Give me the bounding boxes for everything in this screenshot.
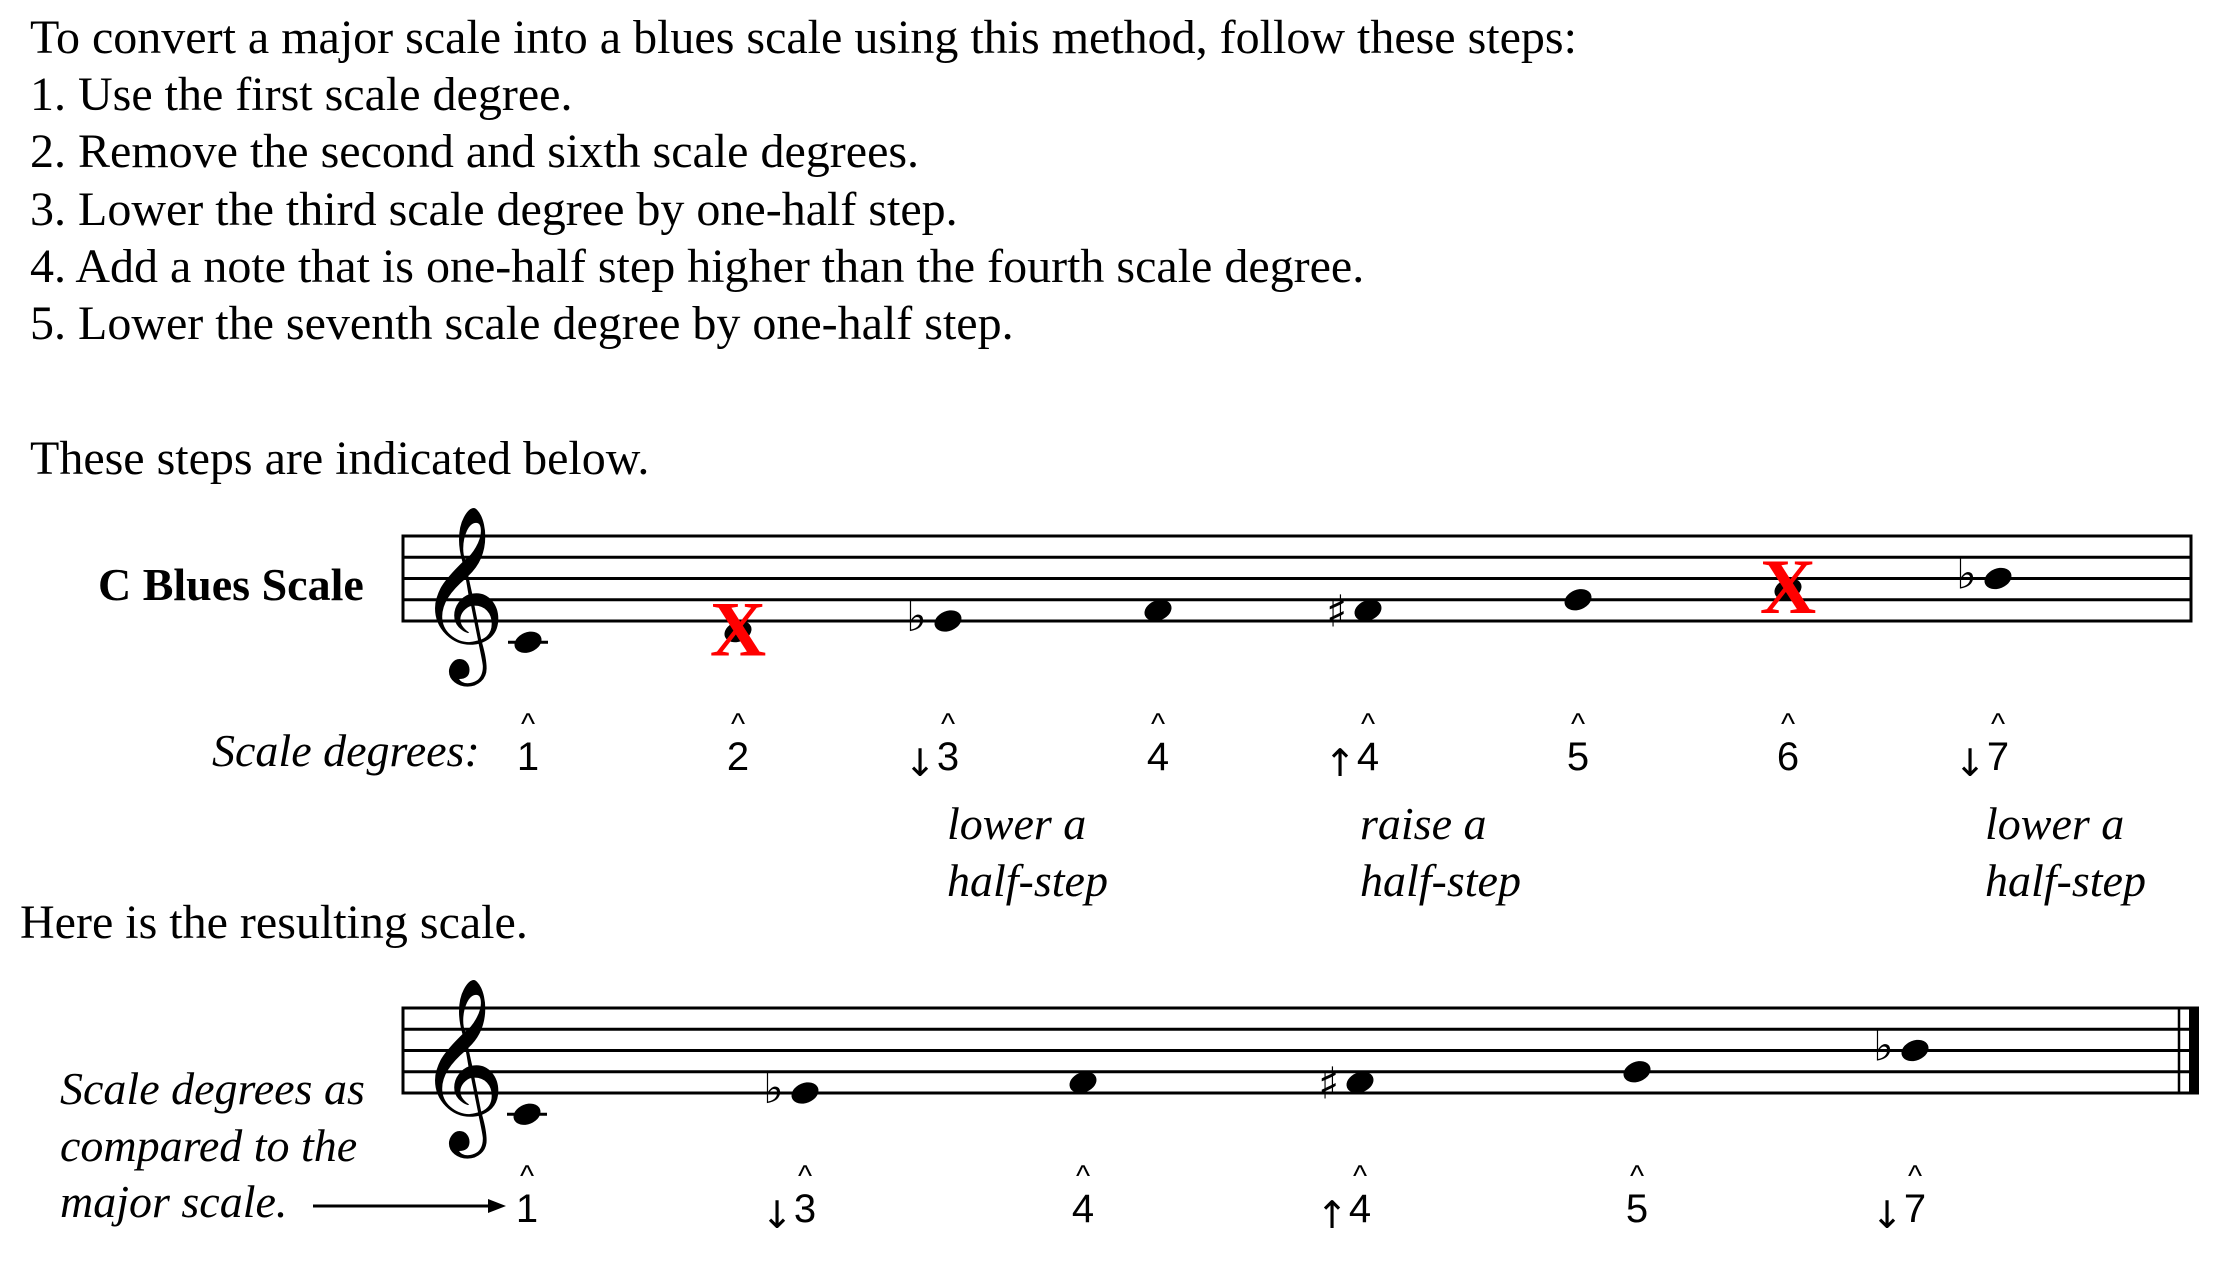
scale-degree-label: ^4 — [1147, 708, 1169, 779]
scale-degree-label: ^3↓ — [904, 708, 959, 785]
staff-c-blues-result: 𝄞^1 ♭ ^3↓ ^4 ♯ ^4↑ ^5 ♭ ^7↓ — [401, 977, 2199, 1237]
note-f4-sharp: ♯ — [1326, 586, 1382, 637]
note-c4 — [507, 1103, 547, 1125]
up-arrow-icon: ↑ — [1316, 1193, 1348, 1237]
scale-degree-label: ^2 — [727, 708, 749, 779]
scale-degree-label: ^4 — [1072, 1160, 1094, 1231]
scale-degree-number: 2 — [727, 735, 749, 779]
notehead — [1901, 1039, 1929, 1062]
final-barline-thick — [2189, 1006, 2199, 1095]
notehead — [1984, 567, 2012, 590]
scale-degree-number: 4 — [1072, 1187, 1094, 1231]
notehead — [934, 610, 962, 632]
flat-icon: ♭ — [906, 591, 927, 642]
up-arrow-icon: ↑ — [1324, 741, 1356, 785]
treble-clef-icon: 𝄞 — [417, 505, 506, 687]
pointer-arrow-icon — [313, 1199, 506, 1213]
note-g4 — [1623, 1061, 1651, 1083]
scale-degree-label: ^5 — [1567, 708, 1589, 779]
removed-x-mark: X — [1760, 543, 1816, 630]
scale-degree-number: 1 — [517, 735, 539, 779]
staff-c-blues-annotated: 𝄞^1 X ^2 ♭ ^3↓ ^4 ♯ ^4↑ ^5 X ^6 ♭ ^7↓ — [401, 505, 2193, 785]
notehead — [514, 631, 542, 653]
scale-degree-label: ^4↑ — [1316, 1160, 1371, 1237]
notehead — [513, 1103, 541, 1125]
notehead — [1564, 589, 1592, 611]
scale-degree-number: 5 — [1567, 735, 1589, 779]
scale-degree-number: 4 — [1349, 1187, 1371, 1231]
scale-degree-label: ^7↓ — [1871, 1160, 1926, 1237]
scale-degree-number: 4 — [1147, 735, 1169, 779]
removed-x-mark: X — [710, 586, 766, 673]
down-arrow-icon: ↓ — [904, 741, 936, 785]
sharp-icon: ♯ — [1326, 586, 1347, 637]
scale-degree-label: ^4↑ — [1324, 708, 1379, 785]
notehead — [1623, 1061, 1651, 1083]
scale-degree-number: 7 — [1987, 735, 2009, 779]
down-arrow-icon: ↓ — [1954, 741, 1986, 785]
flat-icon: ♭ — [763, 1063, 784, 1114]
down-arrow-icon: ↓ — [1871, 1193, 1903, 1237]
scale-degree-label: ^1 — [517, 708, 539, 779]
notehead — [791, 1082, 819, 1104]
note-a4: X — [1760, 543, 1816, 630]
scale-degree-number: 7 — [1904, 1187, 1926, 1231]
flat-icon: ♭ — [1956, 549, 1977, 600]
scale-degree-label: ^5 — [1626, 1160, 1648, 1231]
scale-degree-number: 1 — [516, 1187, 538, 1231]
scale-degree-number: 5 — [1626, 1187, 1648, 1231]
note-d4: X — [710, 586, 766, 673]
scale-degree-label: ^7↓ — [1954, 708, 2009, 785]
music-notation: 𝄞^1X^2♭^3↓^4♯^4↑^5X^6♭^7↓ 𝄞^1♭^3↓^4♯^4↑^… — [313, 505, 2199, 1237]
scale-degree-number: 3 — [937, 735, 959, 779]
treble-clef-icon: 𝄞 — [417, 977, 506, 1159]
sharp-icon: ♯ — [1318, 1058, 1339, 1109]
scale-degree-number: 3 — [794, 1187, 816, 1231]
scale-degree-label: ^1 — [516, 1160, 538, 1231]
scale-degree-number: 6 — [1777, 735, 1799, 779]
note-g4 — [1564, 589, 1592, 611]
down-arrow-icon: ↓ — [761, 1193, 793, 1237]
scale-degree-label: ^3↓ — [761, 1160, 816, 1237]
note-f4-sharp: ♯ — [1318, 1058, 1374, 1109]
flat-icon: ♭ — [1873, 1021, 1894, 1072]
scale-degree-label: ^6 — [1777, 708, 1799, 779]
note-c4 — [508, 631, 548, 653]
scale-degree-number: 4 — [1357, 735, 1379, 779]
